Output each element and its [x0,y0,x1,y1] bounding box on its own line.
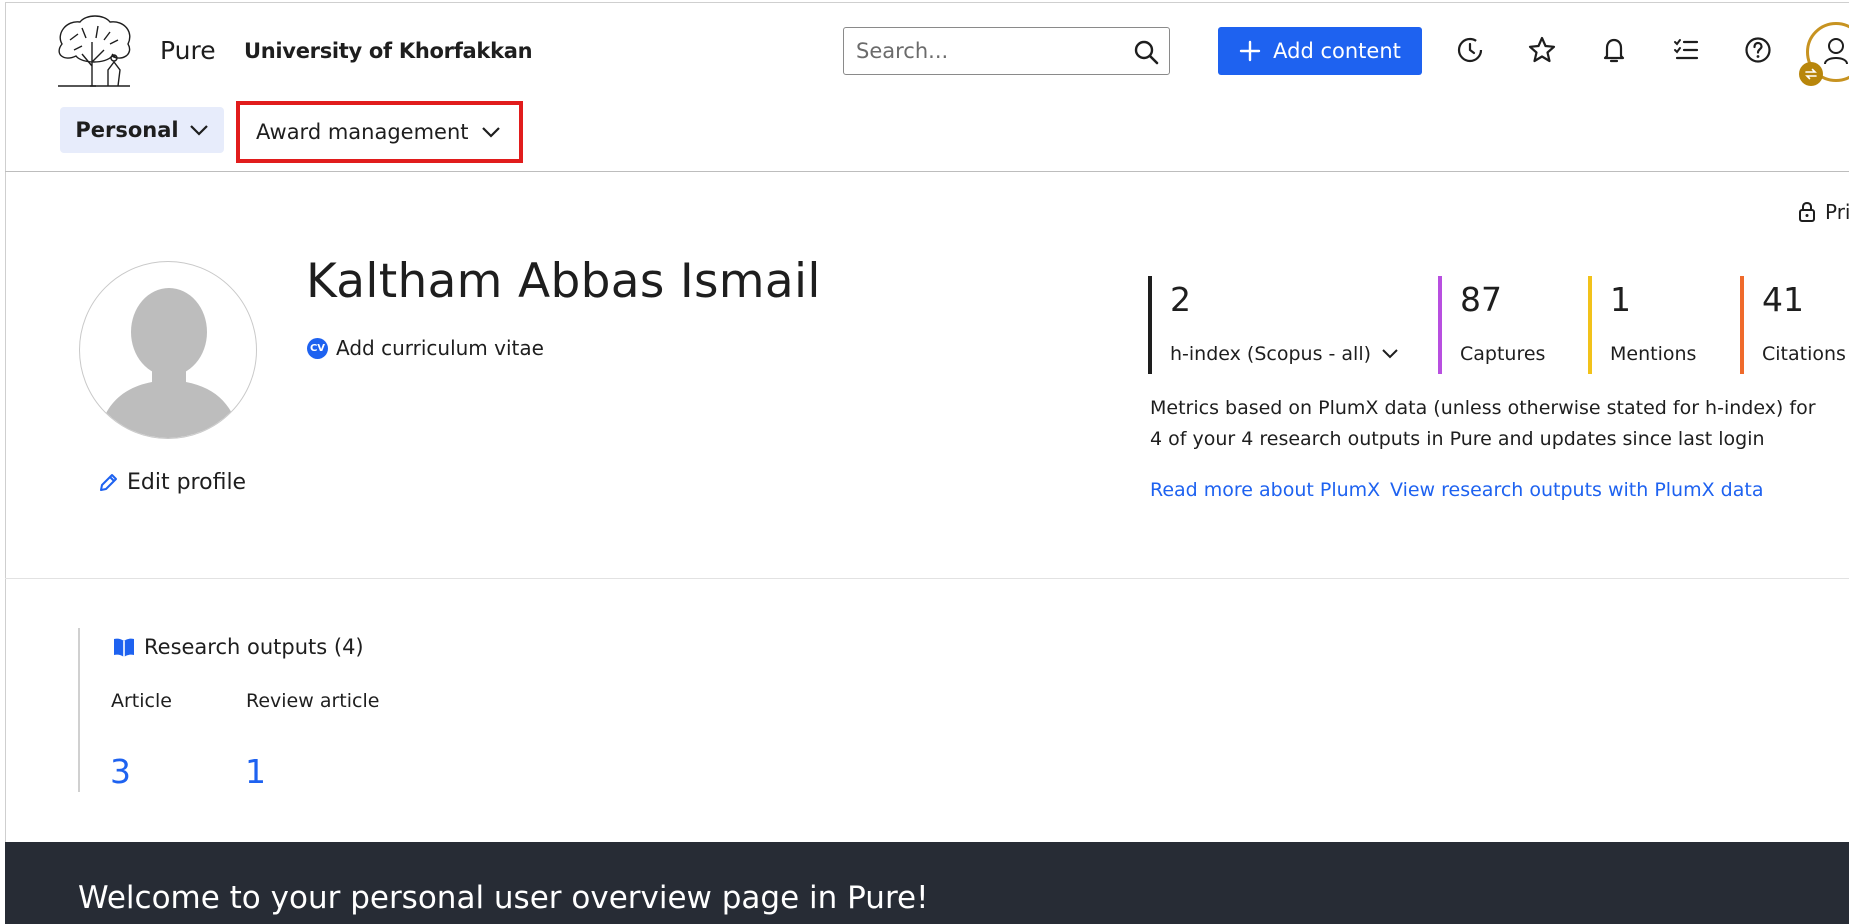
add-cv-label: Add curriculum vitae [336,336,544,360]
header-divider [5,171,1849,172]
nav-personal-label: Personal [75,118,179,142]
help-icon[interactable] [1741,33,1775,67]
metrics-note: Metrics based on PlumX data (unless othe… [1150,397,1816,450]
history-icon[interactable] [1453,33,1487,67]
output-type-article: Article [111,690,172,712]
research-outputs-label: Research outputs (4) [144,635,364,659]
research-outputs-title[interactable]: Research outputs (4) [112,635,364,659]
switch-user-icon[interactable] [1799,62,1823,86]
book-icon [114,638,134,657]
metric-captures: 87 Captures [1438,276,1545,374]
metric-h-index: 2 h-index (Scopus - all) [1148,276,1399,374]
output-type-review-article: Review article [246,690,380,712]
review-article-count-link[interactable]: 1 [245,752,266,791]
add-cv-link[interactable]: CV Add curriculum vitae [307,336,544,360]
chevron-down-icon [1382,349,1398,359]
person-name: Kaltham Abbas Ismail [306,254,821,309]
nav-personal-dropdown[interactable]: Personal [60,107,224,153]
metric-label: h-index (Scopus - all) [1170,343,1372,365]
view-plumx-outputs-link[interactable]: View research outputs with PlumX data [1390,479,1763,501]
metric-value: 87 [1460,280,1502,319]
chevron-down-icon [189,125,208,136]
edit-profile-label: Edit profile [127,470,247,495]
star-icon[interactable] [1525,33,1559,67]
search-input[interactable] [856,36,1126,66]
metric-value: 1 [1610,280,1631,319]
lock-icon [1799,201,1815,222]
search-box[interactable] [843,27,1170,75]
pencil-icon [100,473,117,491]
elsevier-tree-logo[interactable] [52,14,136,88]
add-content-label: Add content [1273,39,1401,63]
metric-value: 41 [1762,280,1804,319]
privacy-indicator[interactable]: Pri [1797,200,1849,224]
h-index-selector[interactable]: h-index (Scopus - all) [1170,343,1399,365]
article-count-link[interactable]: 3 [110,752,131,791]
plus-icon [1239,40,1261,62]
metric-value: 2 [1170,280,1191,319]
section-divider [5,578,1849,579]
metric-label: Mentions [1610,343,1697,365]
organization-name: University of Khorfakkan [244,39,533,63]
tasks-icon[interactable] [1669,33,1703,67]
chevron-down-icon [481,127,500,138]
privacy-label: Pri [1825,200,1849,224]
nav-award-label: Award management [256,120,469,144]
metric-citations: 41 Citations [1740,276,1846,374]
app-brand[interactable]: Pure [160,36,216,65]
metric-mentions: 1 Mentions [1588,276,1696,374]
bell-icon[interactable] [1597,33,1631,67]
read-more-plumx-link[interactable]: Read more about PlumX [1150,479,1380,501]
metric-label: Captures [1460,343,1546,365]
nav-award-management-dropdown[interactable]: Award management [236,101,523,163]
search-icon[interactable] [1133,39,1159,65]
edit-profile-link[interactable]: Edit profile [97,470,246,495]
metric-label: Citations [1762,343,1846,365]
welcome-heading: Welcome to your personal user overview p… [78,880,929,916]
profile-picture [79,261,257,439]
cv-icon: CV [307,337,328,359]
add-content-button[interactable]: Add content [1218,27,1422,75]
